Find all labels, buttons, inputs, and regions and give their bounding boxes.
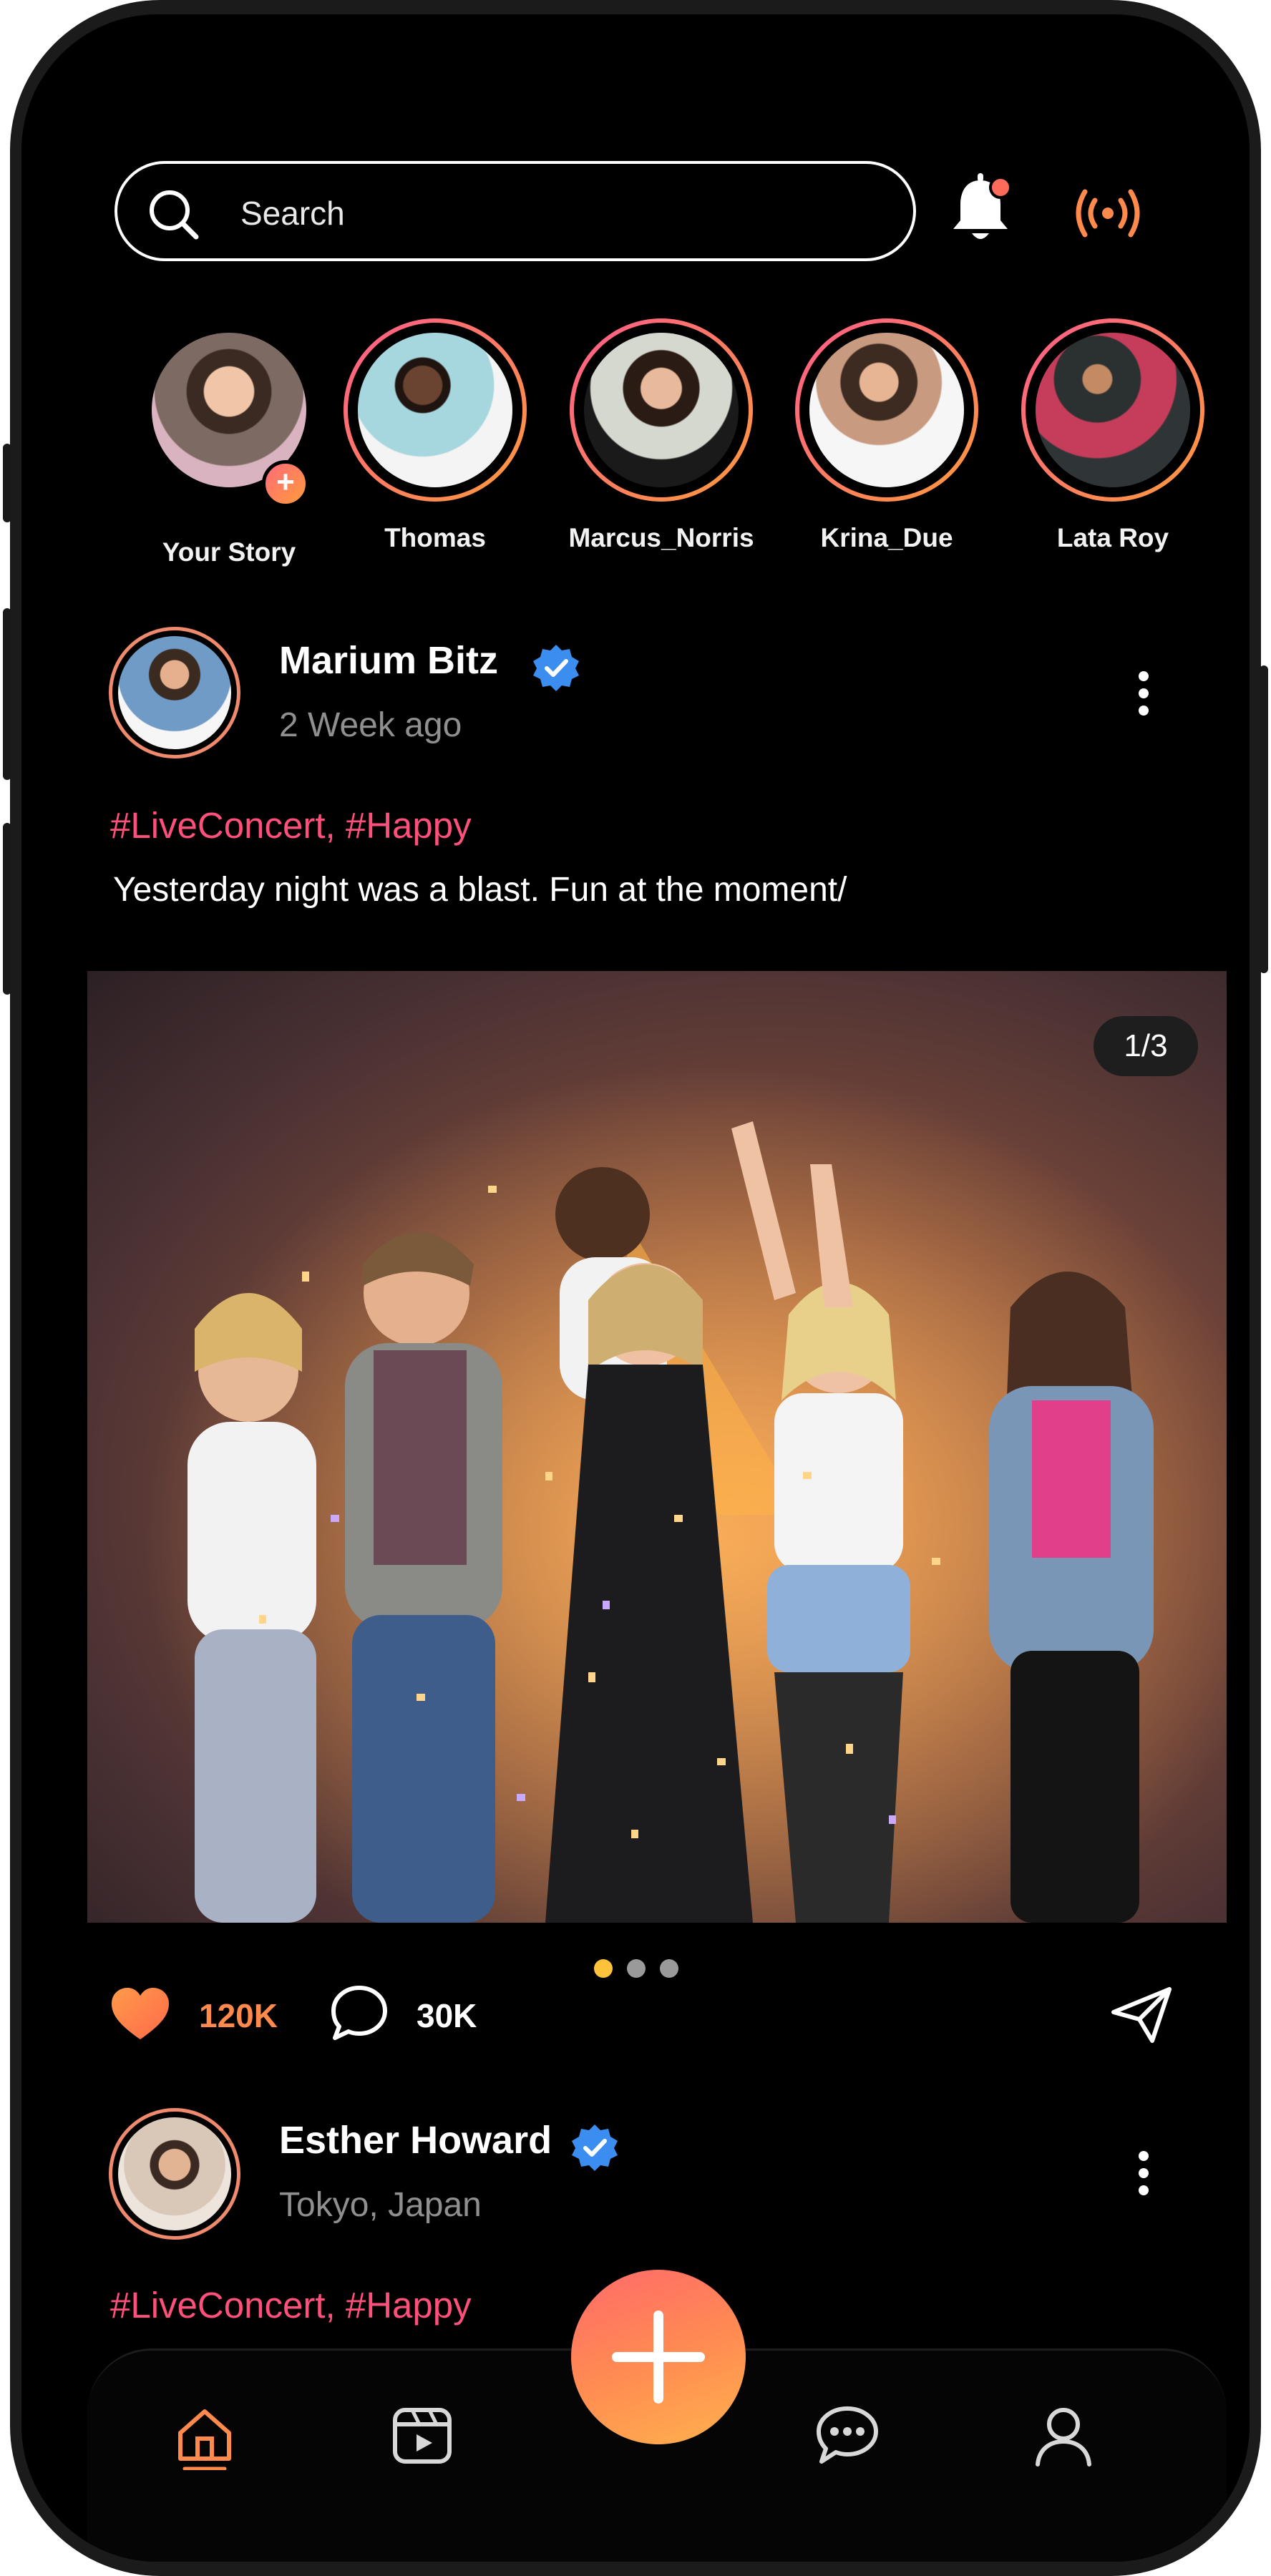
app-screen: Search + Your Story Thomas Marcus_Norris bbox=[21, 14, 1250, 2562]
avatar bbox=[358, 333, 512, 487]
comment-count: 30K bbox=[417, 1997, 477, 2034]
story-your-story[interactable]: + Your Story bbox=[129, 318, 329, 567]
post-location: Tokyo, Japan bbox=[279, 2186, 482, 2224]
post-caption: Yesterday night was a blast. Fun at the … bbox=[113, 871, 847, 909]
verified-badge-icon bbox=[533, 645, 579, 691]
story-avatar-ring: + bbox=[137, 333, 321, 516]
story-lata-roy[interactable]: Lata Roy bbox=[1013, 318, 1213, 553]
avatar bbox=[118, 636, 231, 749]
heart-icon[interactable] bbox=[110, 1986, 170, 2041]
story-name: Krina_Due bbox=[820, 523, 953, 552]
avatar bbox=[584, 333, 739, 487]
story-avatar-ring bbox=[795, 318, 978, 502]
avatar bbox=[809, 333, 964, 487]
post-author-name[interactable]: Esther Howard bbox=[279, 2118, 552, 2162]
story-avatar-ring bbox=[1021, 318, 1204, 502]
story-name: Thomas bbox=[384, 523, 486, 552]
post-options-icon[interactable] bbox=[1135, 2151, 1152, 2201]
story-name: Marcus_Norris bbox=[568, 523, 754, 552]
like-count: 120K bbox=[199, 1997, 278, 2034]
party-photo-illustration bbox=[87, 971, 1227, 1923]
story-krina-due[interactable]: Krina_Due bbox=[787, 318, 987, 553]
post-author-avatar[interactable] bbox=[109, 2108, 240, 2240]
reels-icon[interactable] bbox=[388, 2401, 457, 2470]
home-icon[interactable] bbox=[170, 2401, 239, 2470]
story-name: Your Story bbox=[162, 537, 296, 567]
post-timestamp: 2 Week ago bbox=[279, 706, 462, 744]
share-send-icon[interactable] bbox=[1109, 1985, 1174, 2045]
chat-icon[interactable] bbox=[813, 2401, 882, 2470]
add-post-button[interactable] bbox=[571, 2270, 746, 2444]
post-image[interactable] bbox=[87, 971, 1227, 1923]
story-avatar-ring bbox=[344, 318, 527, 502]
profile-icon[interactable] bbox=[1029, 2401, 1098, 2470]
story-avatar-ring bbox=[570, 318, 753, 502]
plus-icon bbox=[612, 2311, 705, 2404]
comment-icon[interactable] bbox=[329, 1984, 389, 2044]
story-name: Lata Roy bbox=[1056, 523, 1169, 552]
carousel-dot-active[interactable] bbox=[594, 1959, 613, 1978]
add-story-icon[interactable]: + bbox=[262, 460, 309, 507]
broadcast-icon[interactable] bbox=[1072, 185, 1144, 242]
carousel-dot[interactable] bbox=[627, 1959, 646, 1978]
avatar bbox=[118, 2117, 231, 2230]
carousel-dot[interactable] bbox=[660, 1959, 678, 1978]
bell-icon[interactable] bbox=[945, 172, 1016, 250]
side-button bbox=[3, 444, 11, 522]
power-button bbox=[1260, 665, 1268, 973]
post-tags[interactable]: #LiveConcert, #Happy bbox=[110, 804, 472, 847]
verified-badge-icon bbox=[572, 2124, 618, 2171]
avatar bbox=[1036, 333, 1190, 487]
search-bar[interactable]: Search bbox=[115, 161, 916, 261]
story-marcus-norris[interactable]: Marcus_Norris bbox=[561, 318, 761, 553]
volume-down-button bbox=[3, 823, 11, 995]
story-thomas[interactable]: Thomas bbox=[335, 318, 535, 553]
post-tags[interactable]: #LiveConcert, #Happy bbox=[110, 2284, 472, 2326]
search-icon bbox=[150, 190, 199, 240]
post-author-avatar[interactable] bbox=[109, 627, 240, 758]
search-placeholder: Search bbox=[240, 195, 345, 232]
volume-up-button bbox=[3, 608, 11, 780]
post-author-name[interactable]: Marium Bitz bbox=[279, 638, 498, 683]
post-options-icon[interactable] bbox=[1135, 671, 1152, 721]
image-counter-badge: 1/3 bbox=[1094, 1016, 1198, 1076]
